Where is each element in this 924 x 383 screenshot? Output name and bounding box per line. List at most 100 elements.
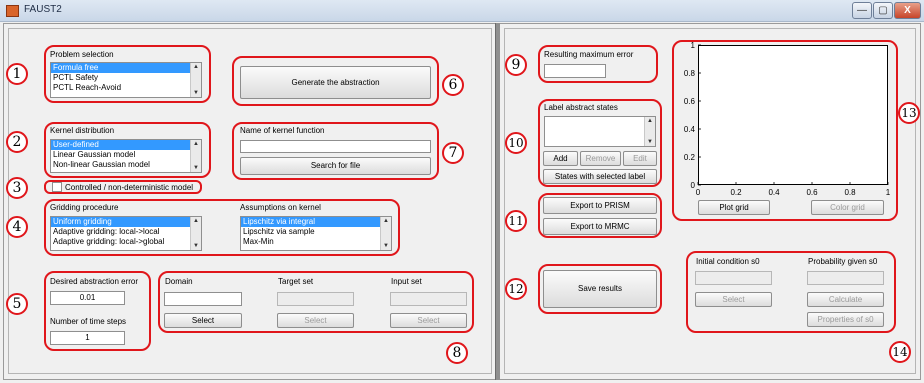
- desired-error-label: Desired abstraction error: [50, 277, 139, 286]
- callout-5: 5: [6, 293, 28, 315]
- calculate-button: Calculate: [807, 292, 884, 307]
- y-tick-label: 0: [691, 181, 696, 190]
- close-button[interactable]: X: [894, 2, 921, 19]
- target-set-label: Target set: [278, 277, 314, 286]
- label-states-list[interactable]: ▲ ▼: [544, 116, 656, 147]
- list-item[interactable]: Lipschitz via sample: [241, 227, 391, 237]
- list-item-selected[interactable]: Uniform gridding: [51, 217, 201, 227]
- callout-7: 7: [442, 142, 464, 164]
- label-states-title: Label abstract states: [544, 103, 618, 112]
- controlled-checkbox[interactable]: [52, 182, 62, 192]
- scroll-up-icon[interactable]: ▲: [383, 218, 389, 224]
- properties-s0-button: Properties of s0: [807, 312, 884, 327]
- callout-3: 3: [6, 177, 28, 199]
- generate-abstraction-button[interactable]: Generate the abstraction: [240, 66, 431, 99]
- gridding-list[interactable]: Uniform gridding Adaptive gridding: loca…: [50, 216, 202, 251]
- list-item-selected[interactable]: Lipschitz via integral: [241, 217, 391, 227]
- list-item[interactable]: Adaptive gridding: local->local: [51, 227, 201, 237]
- probability-output: [807, 271, 884, 285]
- callout-6: 6: [442, 74, 464, 96]
- color-grid-button: Color grid: [811, 200, 884, 215]
- callout-4: 4: [6, 216, 28, 238]
- panel-divider[interactable]: [495, 23, 500, 380]
- y-tick-label: 0.8: [684, 69, 696, 78]
- target-select-button: Select: [277, 313, 354, 328]
- list-item[interactable]: Adaptive gridding: local->global: [51, 237, 201, 247]
- desired-error-input[interactable]: 0.01: [50, 291, 125, 305]
- callout-13: 13: [898, 102, 920, 124]
- scroll-up-icon[interactable]: ▲: [193, 141, 199, 147]
- kernel-function-title: Name of kernel function: [240, 126, 325, 135]
- y-tick-label: 0.2: [684, 153, 696, 162]
- scroll-up-icon[interactable]: ▲: [647, 118, 653, 124]
- scroll-down-icon[interactable]: ▼: [193, 243, 199, 249]
- x-tick-label: 0.6: [806, 188, 818, 197]
- callout-9: 9: [505, 54, 527, 76]
- x-tick-label: 0.4: [768, 188, 780, 197]
- max-error-output: [544, 64, 606, 78]
- y-tick-label: 0.4: [684, 125, 696, 134]
- assumptions-title: Assumptions on kernel: [240, 203, 321, 212]
- problem-selection-title: Problem selection: [50, 50, 114, 59]
- assumptions-list[interactable]: Lipschitz via integral Lipschitz via sam…: [240, 216, 392, 251]
- time-steps-label: Number of time steps: [50, 317, 127, 326]
- scrollbar[interactable]: ▲ ▼: [644, 117, 655, 146]
- callout-14: 14: [889, 341, 911, 363]
- kernel-function-input[interactable]: [240, 140, 431, 153]
- time-steps-input[interactable]: 1: [50, 331, 125, 345]
- minimize-button[interactable]: —: [852, 2, 872, 19]
- export-prism-button[interactable]: Export to PRISM: [543, 197, 657, 214]
- states-with-label-button[interactable]: States with selected label: [543, 169, 657, 184]
- scroll-down-icon[interactable]: ▼: [383, 243, 389, 249]
- scroll-down-icon[interactable]: ▼: [647, 139, 653, 145]
- probability-label: Probability given s0: [808, 257, 878, 266]
- initial-select-button: Select: [695, 292, 772, 307]
- scroll-up-icon[interactable]: ▲: [193, 218, 199, 224]
- search-file-button[interactable]: Search for file: [240, 157, 431, 175]
- remove-label-button: Remove: [580, 151, 621, 166]
- save-results-button[interactable]: Save results: [543, 270, 657, 308]
- scrollbar[interactable]: ▲ ▼: [380, 217, 391, 250]
- input-set-label: Input set: [391, 277, 422, 286]
- initial-condition-label: Initial condition s0: [696, 257, 760, 266]
- problem-selection-list[interactable]: Formula free PCTL Safety PCTL Reach-Avoi…: [50, 62, 202, 98]
- kernel-distribution-title: Kernel distribution: [50, 126, 115, 135]
- callout-11: 11: [505, 210, 527, 232]
- scroll-up-icon[interactable]: ▲: [193, 64, 199, 70]
- y-tick-label: 1: [691, 41, 696, 50]
- callout-10: 10: [505, 132, 527, 154]
- maximize-button[interactable]: ▢: [873, 2, 893, 19]
- input-set-input: [390, 292, 467, 306]
- scroll-down-icon[interactable]: ▼: [193, 165, 199, 171]
- initial-condition-input: [695, 271, 772, 285]
- kernel-distribution-list[interactable]: User-defined Linear Gaussian model Non-l…: [50, 139, 202, 173]
- list-item-selected[interactable]: User-defined: [51, 140, 201, 150]
- x-tick-label: 0.2: [730, 188, 742, 197]
- window-title: FAUST2: [24, 4, 62, 15]
- plot-axes: 0 0.2 0.4 0.6 0.8 1 0 0.2 0.4 0.6 0.8 1: [684, 41, 891, 197]
- y-tick-label: 0.6: [684, 97, 696, 106]
- list-item[interactable]: Non-linear Gaussian model: [51, 160, 201, 170]
- domain-select-button[interactable]: Select: [164, 313, 242, 328]
- x-tick-label: 0: [696, 188, 701, 197]
- add-label-button[interactable]: Add: [543, 151, 578, 166]
- list-item[interactable]: Max-Min: [241, 237, 391, 247]
- scrollbar[interactable]: ▲ ▼: [190, 140, 201, 172]
- target-set-input: [277, 292, 354, 306]
- edit-label-button: Edit: [623, 151, 657, 166]
- x-tick-label: 1: [886, 188, 891, 197]
- scroll-down-icon[interactable]: ▼: [193, 90, 199, 96]
- scrollbar[interactable]: ▲ ▼: [190, 63, 201, 97]
- max-error-label: Resulting maximum error: [544, 50, 634, 59]
- controlled-checkbox-label: Controlled / non-deterministic model: [65, 183, 194, 192]
- list-item-selected[interactable]: Formula free: [51, 63, 201, 73]
- list-item[interactable]: PCTL Safety: [51, 73, 201, 83]
- scrollbar[interactable]: ▲ ▼: [190, 217, 201, 250]
- domain-label: Domain: [165, 277, 193, 286]
- gridding-title: Gridding procedure: [50, 203, 119, 212]
- plot-grid-button[interactable]: Plot grid: [698, 200, 770, 215]
- export-mrmc-button[interactable]: Export to MRMC: [543, 218, 657, 235]
- domain-input[interactable]: [164, 292, 242, 306]
- list-item[interactable]: Linear Gaussian model: [51, 150, 201, 160]
- list-item[interactable]: PCTL Reach-Avoid: [51, 83, 201, 93]
